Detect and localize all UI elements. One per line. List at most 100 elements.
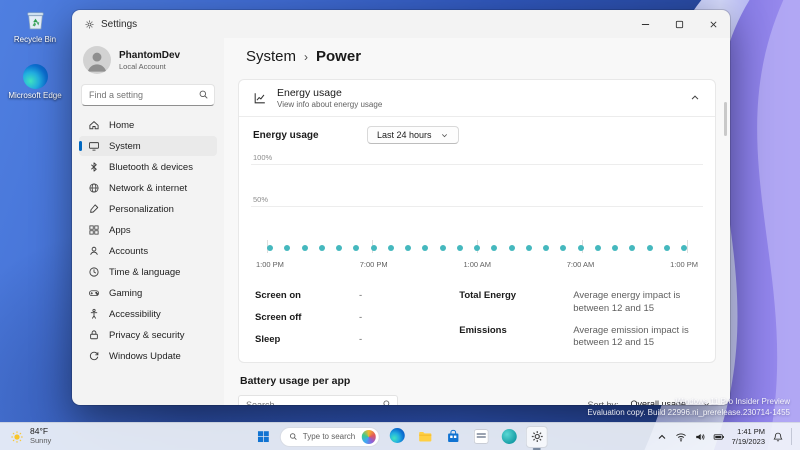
sidebar-item-label: Windows Update — [109, 350, 181, 362]
taskbar-app-notepad[interactable] — [470, 426, 492, 448]
desktop-icon-edge[interactable]: Microsoft Edge — [6, 64, 64, 100]
battery-search-input[interactable] — [238, 395, 398, 405]
search-icon — [199, 90, 208, 99]
sidebar-item-bluetooth-devices[interactable]: Bluetooth & devices — [79, 157, 217, 177]
close-button[interactable] — [696, 10, 730, 38]
y-axis-label-100: 100% — [253, 153, 273, 162]
edge-icon — [389, 428, 405, 443]
data-point — [422, 245, 429, 251]
data-point — [681, 245, 687, 251]
sidebar-item-system[interactable]: System — [79, 136, 217, 156]
x-axis-label: 1:00 AM — [463, 260, 491, 269]
taskbar-app-edge[interactable] — [386, 426, 408, 448]
close-icon — [709, 20, 717, 28]
notification-bell-icon[interactable] — [772, 431, 784, 443]
window-body: PhantomDev Local Account Home — [72, 38, 730, 405]
home-icon — [89, 121, 99, 130]
sidebar-item-label: Personalization — [109, 203, 174, 215]
wifi-icon[interactable] — [675, 431, 687, 443]
maximize-icon — [675, 20, 683, 28]
sidebar-item-network-internet[interactable]: Network & internet — [79, 178, 217, 198]
taskbar-app-store[interactable] — [442, 426, 464, 448]
breadcrumb-parent[interactable]: System — [246, 48, 296, 65]
x-axis-labels: 1:00 PM 7:00 PM 1:00 AM 7:00 AM 1:00 PM — [256, 260, 698, 269]
battery-search — [238, 395, 398, 405]
taskbar-app-settings[interactable] — [526, 425, 549, 448]
sidebar-item-windows-update[interactable]: Windows Update — [79, 346, 217, 366]
x-axis-label: 1:00 PM — [670, 260, 698, 269]
sidebar-item-label: Gaming — [109, 287, 143, 299]
taskbar-search[interactable]: Type to search — [279, 426, 381, 447]
clock[interactable]: 1:41 PM 7/19/2023 — [732, 427, 765, 447]
volume-icon[interactable] — [694, 431, 706, 443]
sidebar-item-accounts[interactable]: Accounts — [79, 241, 217, 261]
sidebar-item-apps[interactable]: Apps — [79, 220, 217, 240]
settings-search-input[interactable] — [81, 84, 215, 106]
sidebar-item-label: Privacy & security — [109, 329, 185, 341]
accessibility-icon — [90, 308, 98, 319]
windows-update-icon — [89, 351, 99, 361]
settings-gear-icon — [531, 431, 543, 442]
window-title: Settings — [101, 18, 138, 30]
watermark-line1: Windows 11 Pro Insider Preview — [675, 396, 790, 406]
apps-icon — [89, 225, 99, 235]
stat-label: Screen off — [255, 311, 302, 323]
sidebar-item-accessibility[interactable]: Accessibility — [79, 304, 217, 324]
sidebar-item-label: Apps — [109, 224, 131, 236]
stat-value: - — [359, 311, 363, 323]
window-controls — [628, 10, 730, 38]
sidebar-item-personalization[interactable]: Personalization — [79, 199, 217, 219]
system-icon — [89, 142, 99, 151]
sidebar: PhantomDev Local Account Home — [72, 38, 224, 405]
x-axis-label: 7:00 PM — [359, 260, 388, 269]
data-point — [387, 245, 394, 251]
breadcrumb: System › Power — [238, 38, 716, 65]
sidebar-item-privacy-security[interactable]: Privacy & security — [79, 325, 217, 345]
gaming-icon — [89, 290, 99, 297]
energy-card-header[interactable]: Energy usage View info about energy usag… — [239, 80, 715, 116]
account-row[interactable]: PhantomDev Local Account — [79, 40, 217, 78]
energy-filter-row: Energy usage Last 24 hours — [239, 117, 715, 146]
maximize-button[interactable] — [662, 10, 696, 38]
sidebar-item-time-language[interactable]: Time & language — [79, 262, 217, 282]
stat-screen-on: Screen on - — [255, 290, 459, 303]
chevron-up-icon[interactable] — [656, 431, 668, 443]
data-point — [491, 245, 498, 251]
y-axis-label-50: 50% — [253, 195, 269, 204]
taskbar-app-file-explorer[interactable] — [414, 426, 436, 448]
watermark-line2: Evaluation copy. Build 22996.ni_prerelea… — [587, 407, 790, 417]
sidebar-item-label: Accessibility — [109, 308, 161, 320]
gridline-50: 50% — [251, 195, 703, 207]
chevron-up-icon[interactable] — [689, 92, 701, 104]
show-desktop-button[interactable] — [791, 428, 794, 445]
desktop-icon-recycle-bin[interactable]: Recycle Bin — [6, 8, 64, 44]
stat-value: - — [359, 333, 363, 345]
taskbar-search-placeholder: Type to search — [302, 432, 356, 441]
minimize-button[interactable] — [628, 10, 662, 38]
data-point — [560, 245, 567, 251]
stat-total-energy: Total Energy Average energy impact is be… — [459, 290, 699, 316]
user-name: PhantomDev — [119, 49, 181, 61]
store-icon — [448, 429, 459, 442]
search-icon — [290, 433, 297, 440]
accounts-icon — [90, 246, 98, 255]
time-range-dropdown[interactable]: Last 24 hours — [367, 126, 459, 144]
sun-icon — [11, 430, 23, 443]
sidebar-item-label: Bluetooth & devices — [109, 161, 193, 173]
sidebar-item-home[interactable]: Home — [79, 115, 217, 135]
data-point — [508, 245, 515, 251]
sidebar-item-gaming[interactable]: Gaming — [79, 283, 217, 303]
taskbar-app-phone-link[interactable] — [498, 426, 520, 448]
battery-icon[interactable] — [713, 431, 725, 443]
card-title: Energy usage — [277, 87, 342, 99]
start-button[interactable] — [252, 426, 274, 448]
titlebar[interactable]: Settings — [72, 10, 730, 38]
data-point — [301, 245, 308, 251]
search-highlights-icon — [362, 429, 377, 444]
file-explorer-icon — [419, 432, 432, 442]
settings-search — [81, 84, 215, 106]
weather-widget[interactable]: 84°F Sunny — [0, 423, 61, 450]
avatar — [83, 46, 111, 74]
scrollbar-thumb[interactable] — [724, 102, 727, 136]
data-point — [370, 245, 377, 251]
